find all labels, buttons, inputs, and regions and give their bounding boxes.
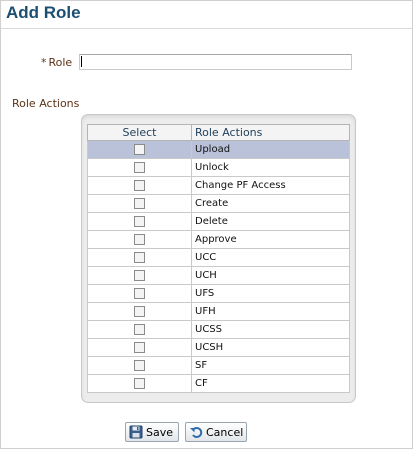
role-action-label: UFS: [191, 284, 350, 303]
role-action-label: UCC: [191, 248, 350, 267]
select-checkbox[interactable]: [134, 359, 145, 371]
select-cell: [87, 320, 192, 339]
select-checkbox[interactable]: [134, 233, 145, 245]
select-checkbox[interactable]: [134, 215, 145, 227]
select-checkbox[interactable]: [134, 269, 145, 281]
required-marker: *: [41, 56, 47, 69]
cancel-button-label: Cancel: [206, 425, 244, 439]
column-header-role-actions[interactable]: Role Actions: [191, 124, 350, 141]
text-cursor: [81, 56, 82, 67]
table-row[interactable]: UCSH: [87, 338, 350, 357]
select-cell: [87, 230, 192, 249]
select-cell: [87, 356, 192, 375]
select-cell: [87, 266, 192, 285]
select-checkbox[interactable]: [134, 197, 145, 209]
table-row[interactable]: Delete: [87, 212, 350, 231]
role-input[interactable]: [80, 55, 355, 69]
table-row[interactable]: Change PF Access: [87, 176, 350, 195]
page-title: Add Role: [6, 3, 81, 22]
title-divider: [1, 28, 412, 29]
select-cell: [87, 158, 192, 177]
table-row[interactable]: UCC: [87, 248, 350, 267]
role-action-label: Change PF Access: [191, 176, 350, 195]
table-row[interactable]: UFS: [87, 284, 350, 303]
select-checkbox[interactable]: [134, 305, 145, 317]
save-button-label: Save: [146, 425, 174, 439]
role-input-wrapper[interactable]: [79, 54, 355, 70]
table-row[interactable]: CF: [87, 374, 350, 393]
role-action-label: CF: [191, 374, 350, 393]
table-row[interactable]: Approve: [87, 230, 350, 249]
role-action-label: Unlock: [191, 158, 350, 177]
role-action-label: UFH: [191, 302, 350, 321]
select-checkbox[interactable]: [134, 377, 145, 389]
floppy-disk-icon: [129, 425, 143, 439]
select-checkbox[interactable]: [134, 179, 145, 191]
select-cell: [87, 374, 192, 393]
table-header-row: Select Role Actions: [87, 124, 350, 141]
table-row[interactable]: Create: [87, 194, 350, 213]
role-action-label: Upload: [191, 140, 350, 159]
undo-arrow-icon: [189, 425, 203, 439]
column-header-select[interactable]: Select: [87, 124, 192, 141]
role-label-text: Role: [48, 56, 73, 69]
select-cell: [87, 248, 192, 267]
select-checkbox[interactable]: [134, 143, 145, 155]
role-action-label: UCH: [191, 266, 350, 285]
table-row[interactable]: SF: [87, 356, 350, 375]
table-row[interactable]: UFH: [87, 302, 350, 321]
role-actions-table: Select Role Actions Upload Unlock Change P…: [87, 124, 350, 393]
role-actions-label: Role Actions: [12, 97, 80, 110]
table-row[interactable]: Unlock: [87, 158, 350, 177]
table-row[interactable]: Upload: [87, 140, 350, 159]
dialog-frame: Add Role * Role Role Actions Select Role …: [0, 0, 413, 449]
select-cell: [87, 194, 192, 213]
save-button[interactable]: Save: [125, 422, 179, 442]
select-checkbox[interactable]: [134, 287, 145, 299]
select-checkbox[interactable]: [134, 161, 145, 173]
table-row[interactable]: UCH: [87, 266, 350, 285]
cancel-button[interactable]: Cancel: [185, 422, 247, 442]
select-checkbox[interactable]: [134, 251, 145, 263]
role-action-label: Approve: [191, 230, 350, 249]
table-row[interactable]: UCSS: [87, 320, 350, 339]
role-action-label: UCSS: [191, 320, 350, 339]
role-action-label: Create: [191, 194, 350, 213]
role-label: * Role: [41, 56, 72, 69]
select-cell: [87, 212, 192, 231]
select-checkbox[interactable]: [134, 341, 145, 353]
select-cell: [87, 176, 192, 195]
select-cell: [87, 284, 192, 303]
select-cell: [87, 140, 192, 159]
role-action-label: UCSH: [191, 338, 350, 357]
select-checkbox[interactable]: [134, 323, 145, 335]
select-cell: [87, 338, 192, 357]
select-cell: [87, 302, 192, 321]
role-action-label: SF: [191, 356, 350, 375]
role-action-label: Delete: [191, 212, 350, 231]
